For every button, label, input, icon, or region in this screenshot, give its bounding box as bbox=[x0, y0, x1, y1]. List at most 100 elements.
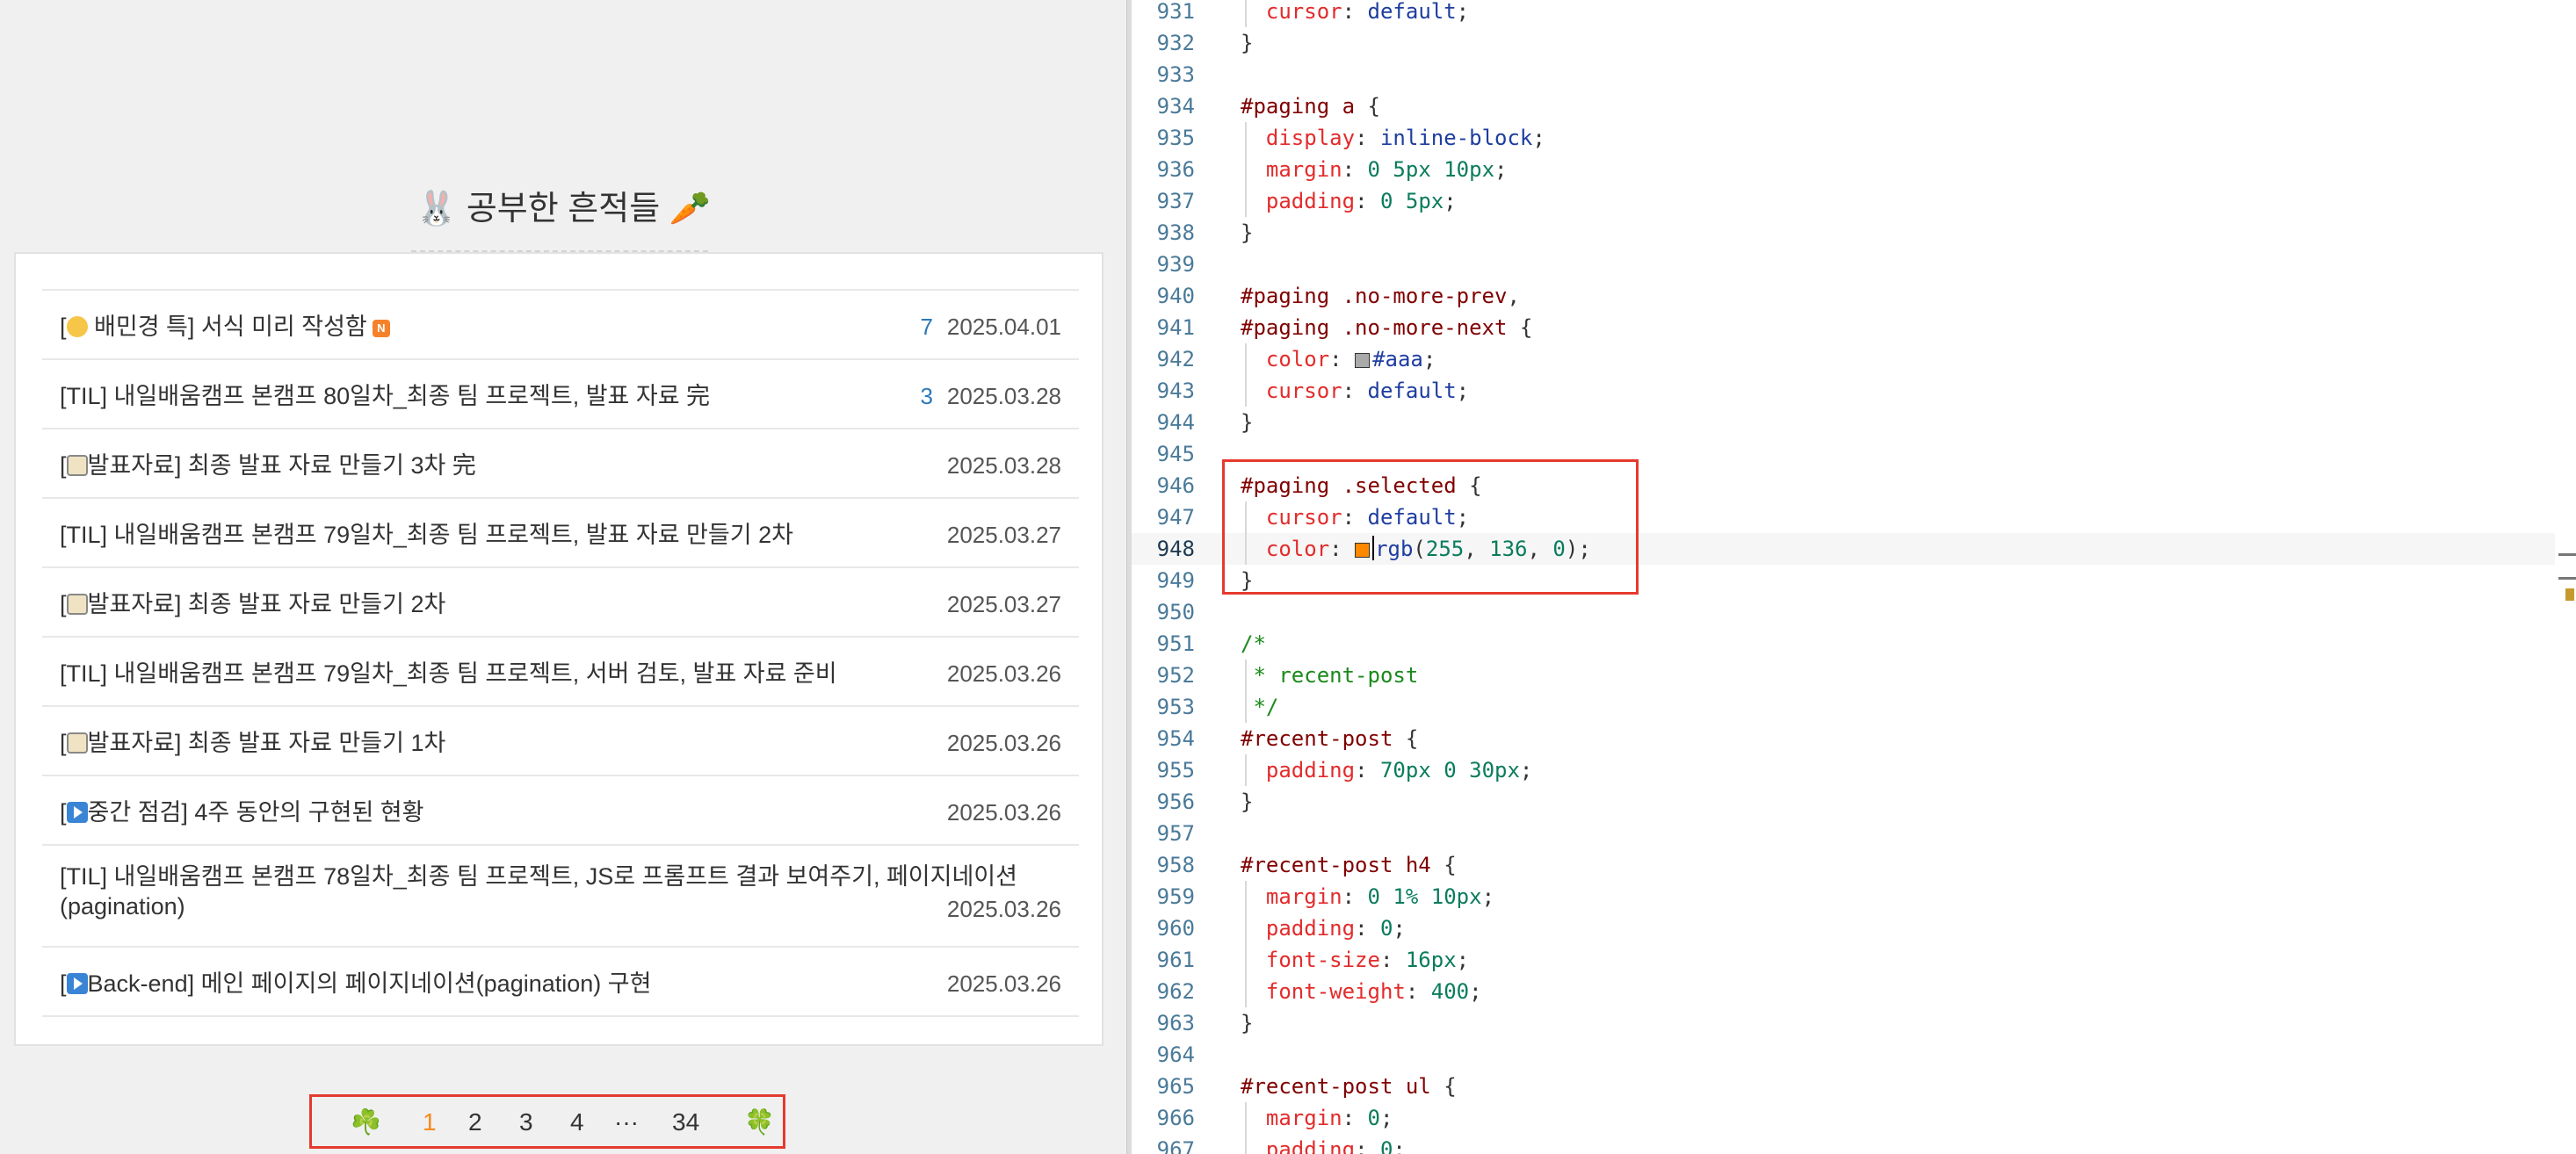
post-list-item[interactable]: [ Back-end] 메인 페이지의 페이지네이션(pagination) 구현… bbox=[42, 948, 1079, 1017]
page-link-1[interactable]: 1 bbox=[423, 1107, 437, 1137]
code-text: #paging .no-more-next { bbox=[1241, 315, 1533, 340]
code-line[interactable]: 965 #recent-post ul { bbox=[1132, 1071, 2555, 1102]
code-line[interactable]: 958 #recent-post h4 { bbox=[1132, 849, 2555, 881]
code-line[interactable]: 966 margin: 0; bbox=[1132, 1102, 2555, 1134]
page-link-2[interactable]: 2 bbox=[468, 1107, 482, 1137]
line-number: 960 bbox=[1156, 916, 1195, 941]
post-list-item[interactable]: [TIL] 내일배움캠프 본캠프 78일차_최종 팀 프로젝트, JS로 프롬프… bbox=[42, 846, 1079, 948]
color-swatch-icon[interactable] bbox=[1355, 353, 1371, 368]
post-title-link[interactable]: [ Back-end] 메인 페이지의 페이지네이션(pagination) 구현 bbox=[60, 969, 815, 999]
post-title-link[interactable]: [TIL] 내일배움캠프 본캠프 79일차_최종 팀 프로젝트, 발표 자료 만… bbox=[60, 520, 815, 550]
post-list-box: [ 배민경 특] 서식 미리 작성함 N 7 2025.04.01 [TIL] 내일배움… bbox=[14, 252, 1103, 1046]
page-link-34[interactable]: 34 bbox=[672, 1107, 699, 1137]
post-list-item[interactable]: [중간 점검] 4주 동안의 구현된 현황 2025.03.26 bbox=[42, 776, 1079, 846]
post-list-item[interactable]: [발표자료] 최종 발표 자료 만들기 2차 2025.03.27 bbox=[42, 568, 1079, 638]
pagination-next-icon[interactable]: 🍀 bbox=[744, 1107, 775, 1137]
post-title-prefix: [ bbox=[60, 970, 67, 997]
line-number: 965 bbox=[1156, 1074, 1195, 1099]
post-title-link[interactable]: [TIL] 내일배움캠프 본캠프 79일차_최종 팀 프로젝트, 서버 검토, … bbox=[60, 659, 837, 689]
code-line[interactable]: 937 padding: 0 5px; bbox=[1132, 185, 2555, 217]
blog-preview-pane: 🐰 공부한 흔적들 🥕 [ 배민경 특] 서식 미리 작성함 N 7 2025.04.… bbox=[0, 0, 1126, 1154]
code-line[interactable]: 943 cursor: default; bbox=[1132, 375, 2555, 407]
post-comment-count[interactable]: 7 bbox=[921, 312, 933, 342]
post-title-prefix: [ bbox=[60, 730, 67, 756]
indent-guide bbox=[1245, 881, 1247, 1007]
indent-guide bbox=[1245, 754, 1247, 786]
code-text: } bbox=[1241, 410, 1254, 435]
post-title-link[interactable]: [발표자료] 최종 발표 자료 만들기 3차 完 bbox=[60, 451, 815, 480]
code-line[interactable]: 963} bbox=[1132, 1007, 2555, 1039]
line-number: 959 bbox=[1156, 884, 1195, 909]
code-line[interactable]: 931 cursor: default; bbox=[1132, 0, 2555, 27]
code-line[interactable]: 964 bbox=[1132, 1039, 2555, 1071]
code-text: margin: 0 5px 10px; bbox=[1265, 157, 1508, 182]
code-text: font-weight: 400; bbox=[1265, 979, 1482, 1004]
code-line[interactable]: 938} bbox=[1132, 217, 2555, 249]
post-date: 2025.03.27 bbox=[946, 522, 1061, 548]
pagination-prev-icon[interactable]: ☘️ bbox=[351, 1107, 381, 1137]
post-title-link[interactable]: [중간 점검] 4주 동안의 구현된 현황 bbox=[60, 797, 815, 827]
code-line[interactable]: 959 margin: 0 1% 10px; bbox=[1132, 881, 2555, 912]
line-number: 933 bbox=[1156, 62, 1195, 87]
post-title-link[interactable]: [ 배민경 특] 서식 미리 작성함 N bbox=[60, 312, 815, 342]
scrollbar-position-marker[interactable] bbox=[2558, 553, 2576, 580]
line-number: 966 bbox=[1156, 1106, 1195, 1130]
code-line[interactable]: 935 display: inline-block; bbox=[1132, 122, 2555, 154]
post-list-item[interactable]: [ 배민경 특] 서식 미리 작성함 N 7 2025.04.01 bbox=[42, 291, 1079, 360]
code-line[interactable]: 953 */ bbox=[1132, 691, 2555, 723]
line-number: 957 bbox=[1156, 821, 1195, 846]
code-line[interactable]: 942 color: #aaa; bbox=[1132, 343, 2555, 375]
post-title-text: 중간 점검] 4주 동안의 구현된 현황 bbox=[87, 799, 424, 826]
code-line[interactable]: 957 bbox=[1132, 818, 2555, 849]
line-number: 958 bbox=[1156, 853, 1195, 877]
line-number: 940 bbox=[1156, 284, 1195, 308]
line-number: 952 bbox=[1156, 663, 1195, 688]
code-line[interactable]: 944} bbox=[1132, 407, 2555, 438]
line-number: 939 bbox=[1156, 252, 1195, 277]
post-list-item[interactable]: [발표자료] 최종 발표 자료 만들기 3차 完 2025.03.28 bbox=[42, 429, 1079, 499]
page-link-4[interactable]: 4 bbox=[570, 1107, 584, 1137]
post-title-link[interactable]: [발표자료] 최종 발표 자료 만들기 1차 bbox=[60, 728, 815, 758]
post-comment-count[interactable]: 3 bbox=[921, 381, 933, 411]
code-line[interactable]: 952 * recent-post bbox=[1132, 660, 2555, 691]
clipboard-icon bbox=[66, 732, 88, 754]
code-line[interactable]: 934 #paging a { bbox=[1132, 90, 2555, 122]
post-list-item[interactable]: [TIL] 내일배움캠프 본캠프 80일차_최종 팀 프로젝트, 발표 자료 完… bbox=[42, 360, 1079, 429]
code-line[interactable]: 933 bbox=[1132, 59, 2555, 90]
code-line[interactable]: 956} bbox=[1132, 786, 2555, 818]
line-number: 941 bbox=[1156, 315, 1195, 340]
line-number: 967 bbox=[1156, 1137, 1195, 1154]
code-line[interactable]: 939 bbox=[1132, 249, 2555, 280]
code-line[interactable]: 960 padding: 0; bbox=[1132, 912, 2555, 944]
post-title-prefix: [TIL] 내일배움캠프 본캠프 79일차_최종 팀 프로젝트, 발표 자료 만… bbox=[60, 522, 793, 548]
post-title-prefix: [TIL] 내일배움캠프 본캠프 79일차_최종 팀 프로젝트, 서버 검토, … bbox=[60, 660, 837, 687]
line-number: 934 bbox=[1156, 94, 1195, 119]
post-title-text: Back-end] 메인 페이지의 페이지네이션(pagination) 구현 bbox=[87, 970, 652, 997]
page-link-3[interactable]: 3 bbox=[519, 1107, 533, 1137]
clipboard-icon bbox=[66, 594, 88, 615]
code-line[interactable]: 962 font-weight: 400; bbox=[1132, 976, 2555, 1007]
line-number: 944 bbox=[1156, 410, 1195, 435]
post-title-link[interactable]: [발표자료] 최종 발표 자료 만들기 2차 bbox=[60, 589, 815, 619]
code-line[interactable]: 967 padding: 0; bbox=[1132, 1134, 2555, 1154]
post-title-link[interactable]: [TIL] 내일배움캠프 본캠프 80일차_최종 팀 프로젝트, 발표 자료 完 bbox=[60, 381, 815, 411]
post-title-prefix: [ bbox=[60, 314, 67, 340]
code-line[interactable]: 936 margin: 0 5px 10px; bbox=[1132, 154, 2555, 185]
code-line[interactable]: 941 #paging .no-more-next { bbox=[1132, 312, 2555, 343]
code-line[interactable]: 954 #recent-post { bbox=[1132, 723, 2555, 754]
code-text: padding: 70px 0 30px; bbox=[1265, 758, 1533, 783]
code-line[interactable]: 950 bbox=[1132, 596, 2555, 628]
post-list-item[interactable]: [TIL] 내일배움캠프 본캠프 79일차_최종 팀 프로젝트, 서버 검토, … bbox=[42, 638, 1079, 707]
post-title-link[interactable]: [TIL] 내일배움캠프 본캠프 78일차_최종 팀 프로젝트, JS로 프롬프… bbox=[60, 862, 1079, 921]
post-list-item[interactable]: [발표자료] 최종 발표 자료 만들기 1차 2025.03.26 bbox=[42, 707, 1079, 776]
code-text: #recent-post ul { bbox=[1241, 1074, 1457, 1099]
line-number: 964 bbox=[1156, 1042, 1195, 1067]
code-line[interactable]: 932} bbox=[1132, 27, 2555, 59]
line-number: 938 bbox=[1156, 220, 1195, 245]
line-number: 948 bbox=[1156, 537, 1195, 561]
code-line[interactable]: 951 /* bbox=[1132, 628, 2555, 660]
code-line[interactable]: 961 font-size: 16px; bbox=[1132, 944, 2555, 976]
code-line[interactable]: 940 #paging .no-more-prev, bbox=[1132, 280, 2555, 312]
code-line[interactable]: 955 padding: 70px 0 30px; bbox=[1132, 754, 2555, 786]
post-list-item[interactable]: [TIL] 내일배움캠프 본캠프 79일차_최종 팀 프로젝트, 발표 자료 만… bbox=[42, 499, 1079, 568]
